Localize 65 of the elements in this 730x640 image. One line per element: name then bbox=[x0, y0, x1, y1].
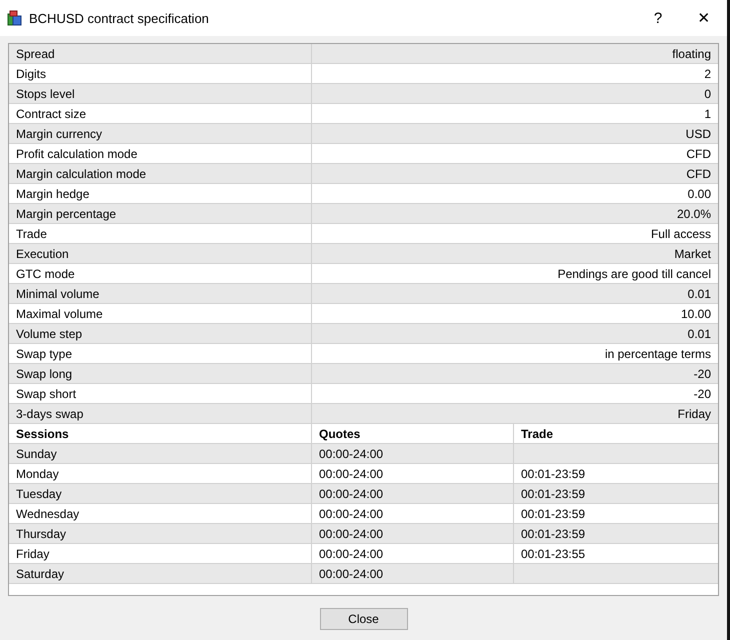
property-value: -20 bbox=[311, 364, 718, 383]
trade-cell: 00:01-23:59 bbox=[513, 464, 718, 483]
property-value: 0.01 bbox=[311, 284, 718, 303]
property-value: 1 bbox=[311, 104, 718, 123]
trade-cell: 00:01-23:59 bbox=[513, 524, 718, 543]
window-title: BCHUSD contract specification bbox=[29, 10, 210, 26]
day-cell-text: Saturday bbox=[15, 566, 66, 582]
column-header: Trade bbox=[513, 424, 718, 443]
property-value: 0.01 bbox=[311, 324, 718, 343]
quotes-cell: 00:00-24:00 bbox=[311, 544, 513, 563]
property-name: 3-days swap bbox=[15, 406, 84, 422]
property-value: 10.00 bbox=[311, 304, 718, 323]
property-name: Margin percentage bbox=[15, 206, 118, 222]
quotes-cell: 00:00-24:00 bbox=[311, 564, 513, 583]
property-value: 2 bbox=[311, 64, 718, 83]
help-button[interactable]: ? bbox=[635, 0, 681, 36]
property-name: Digits bbox=[15, 66, 48, 82]
property-value: -20 bbox=[311, 384, 718, 403]
property-name: Swap type bbox=[15, 346, 74, 362]
property-name: Swap short bbox=[15, 386, 78, 402]
day-cell-text: Sunday bbox=[15, 446, 58, 462]
column-header: Quotes bbox=[311, 424, 513, 443]
app-icon bbox=[7, 10, 23, 26]
property-value: Full access bbox=[311, 224, 718, 243]
property-name: Swap long bbox=[15, 366, 74, 382]
quotes-cell: 00:00-24:00 bbox=[311, 504, 513, 523]
property-value: Market bbox=[311, 244, 718, 263]
property-value: CFD bbox=[311, 144, 718, 163]
property-name: Margin currency bbox=[15, 126, 104, 142]
property-name: Spread bbox=[15, 46, 56, 62]
day-cell-text: Friday bbox=[15, 546, 50, 562]
quotes-cell: 00:00-24:00 bbox=[311, 464, 513, 483]
property-name: Minimal volume bbox=[15, 286, 100, 302]
property-value: 0.00 bbox=[311, 184, 718, 203]
property-name: Margin hedge bbox=[15, 186, 90, 202]
quotes-cell: 00:00-24:00 bbox=[311, 524, 513, 543]
property-value: 20.0% bbox=[311, 204, 718, 223]
property-value: USD bbox=[311, 124, 718, 143]
property-name: Maximal volume bbox=[15, 306, 104, 322]
trade-cell: 00:01-23:59 bbox=[513, 484, 718, 503]
property-value: 0 bbox=[311, 84, 718, 103]
day-cell-text: Wednesday bbox=[15, 506, 80, 522]
quotes-cell: 00:00-24:00 bbox=[311, 484, 513, 503]
day-cell-text: Thursday bbox=[15, 526, 68, 542]
trade-cell: 00:01-23:55 bbox=[513, 544, 718, 563]
day-cell-text: Tuesday bbox=[15, 486, 63, 502]
property-value: CFD bbox=[311, 164, 718, 183]
property-name: Margin calculation mode bbox=[15, 166, 148, 182]
property-name: Stops level bbox=[15, 86, 76, 102]
close-button[interactable]: Close bbox=[320, 608, 408, 630]
property-value: Friday bbox=[311, 404, 718, 423]
property-value: in percentage terms bbox=[311, 344, 718, 363]
trade-cell: 00:01-23:59 bbox=[513, 504, 718, 523]
property-value: floating bbox=[311, 44, 718, 63]
quotes-cell: 00:00-24:00 bbox=[311, 444, 513, 463]
property-name: Volume step bbox=[15, 326, 84, 342]
property-name: Execution bbox=[15, 246, 70, 262]
column-header: Sessions bbox=[15, 426, 70, 442]
property-name: GTC mode bbox=[15, 266, 76, 282]
property-name: Trade bbox=[15, 226, 48, 242]
close-button[interactable]: ✕ bbox=[681, 0, 727, 36]
property-name: Profit calculation mode bbox=[15, 146, 138, 162]
property-name: Contract size bbox=[15, 106, 88, 122]
property-value: Pendings are good till cancel bbox=[311, 264, 718, 283]
day-cell-text: Monday bbox=[15, 466, 60, 482]
